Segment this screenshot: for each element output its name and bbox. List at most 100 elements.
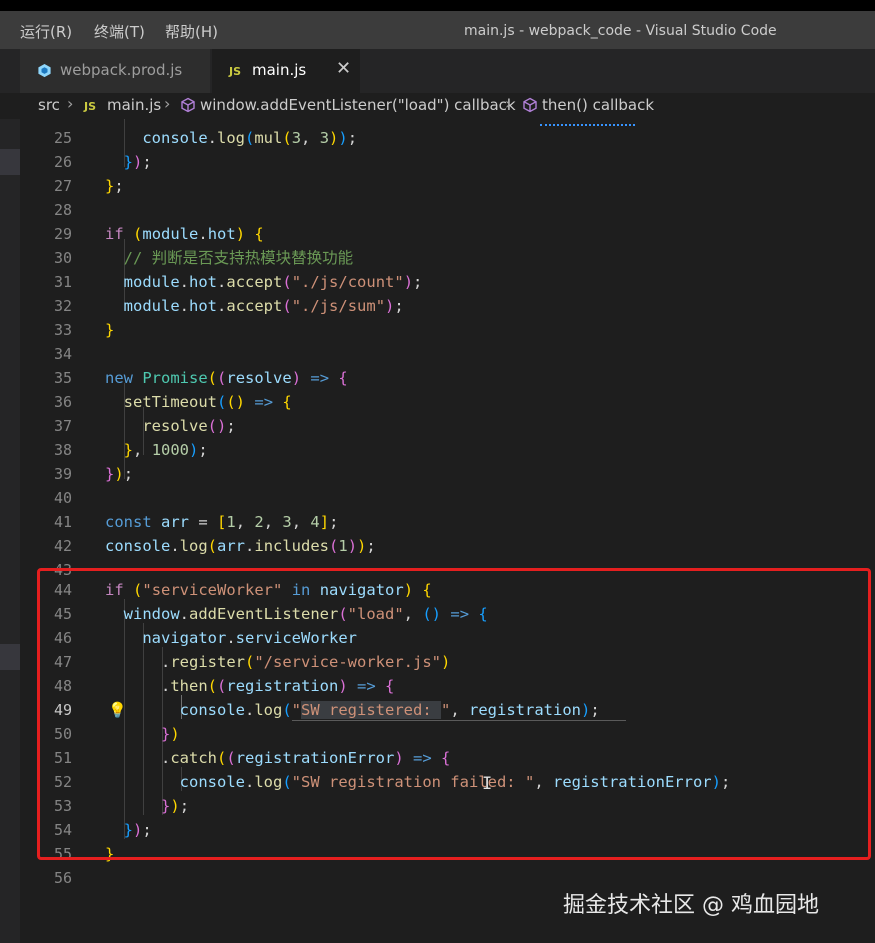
breadcrumb: src › JS main.js › window.addEventListen… (0, 93, 875, 119)
menu-terminal[interactable]: 终端(T) (94, 21, 145, 42)
tab-bar: webpack.prod.js JS main.js ✕ (0, 49, 875, 93)
code-line: 52 console.log("SW registration failed: … (20, 770, 875, 794)
breadcrumb-folder[interactable]: src (38, 96, 60, 114)
code-text: new Promise((resolve) => { (105, 369, 348, 387)
code-line: 50 }) (20, 722, 875, 746)
window-title: main.js - webpack_code - Visual Studio C… (464, 23, 777, 39)
line-number: 48 (53, 677, 72, 695)
tab-main-js[interactable]: JS main.js ✕ (212, 49, 360, 93)
current-line-underline (292, 720, 626, 721)
line-number: 34 (53, 345, 72, 363)
code-text: }); (123, 153, 152, 171)
code-line-active: 💡 49 console.log("SW registered: ", regi… (20, 698, 875, 722)
breadcrumb-file[interactable]: main.js (107, 96, 161, 114)
line-number: 38 (53, 441, 72, 459)
line-number: 56 (53, 869, 72, 887)
tab-label: main.js (252, 61, 307, 79)
line-number: 51 (53, 749, 72, 767)
activity-indicator (0, 149, 20, 175)
line-number: 29 (53, 225, 72, 243)
code-text: console.log("SW registered: ", registrat… (179, 701, 600, 719)
code-text: .register("/service-worker.js") (161, 653, 451, 671)
code-text: } (105, 845, 115, 863)
line-number: 28 (53, 201, 72, 219)
line-number: 42 (53, 537, 72, 555)
line-number: 49 (53, 701, 72, 719)
code-line: 26 }); (20, 150, 875, 174)
line-number: 45 (53, 605, 72, 623)
line-number: 25 (53, 129, 72, 147)
code-line: 47 .register("/service-worker.js") (20, 650, 875, 674)
line-number: 31 (53, 273, 72, 291)
line-number: 41 (53, 513, 72, 531)
code-line: 30 // 判断是否支持热模块替换功能 (20, 246, 875, 270)
code-text: window.addEventListener("load", () => { (123, 605, 488, 623)
line-number: 39 (53, 465, 72, 483)
code-line: 42 console.log(arr.includes(1)); (20, 534, 875, 558)
tab-label: webpack.prod.js (60, 61, 183, 79)
code-line: 37 resolve(); (20, 414, 875, 438)
code-line: 25 console.log(mul(3, 3)); (20, 126, 875, 150)
line-number: 53 (53, 797, 72, 815)
code-editor[interactable]: 25 console.log(mul(3, 3)); 26 }); 27 }; … (20, 119, 875, 943)
webpack-icon (38, 63, 51, 78)
code-line: 31 module.hot.accept("./js/count"); (20, 270, 875, 294)
line-number: 55 (53, 845, 72, 863)
code-text: setTimeout(() => { (123, 393, 292, 411)
line-number: 30 (53, 249, 72, 267)
code-comment: // 判断是否支持热模块替换功能 (105, 249, 354, 267)
code-line: 54 }); (20, 818, 875, 842)
code-text: module.hot.accept("./js/sum"); (123, 297, 404, 315)
code-text: console.log(mul(3, 3)); (142, 129, 358, 147)
code-line: 38 }, 1000); (20, 438, 875, 462)
code-line: 44 if ("serviceWorker" in navigator) { (20, 578, 875, 602)
line-number: 54 (53, 821, 72, 839)
method-cube-icon (181, 97, 195, 113)
menu-help[interactable]: 帮助(H) (165, 21, 218, 42)
code-line: 41 const arr = [1, 2, 3, 4]; (20, 510, 875, 534)
code-line: 29 if (module.hot) { (20, 222, 875, 246)
code-text: resolve(); (142, 417, 236, 435)
code-line: 53 }); (20, 794, 875, 818)
chevron-right-icon: › (164, 94, 171, 113)
line-number: 52 (53, 773, 72, 791)
code-text: console.log("SW registration failed: ", … (179, 773, 731, 791)
code-line: 35 new Promise((resolve) => { (20, 366, 875, 390)
code-text: }); (123, 821, 152, 839)
line-number: 44 (53, 581, 72, 599)
code-text: .catch((registrationError) => { (161, 749, 451, 767)
code-text: console.log(arr.includes(1)); (105, 537, 376, 555)
line-number: 27 (53, 177, 72, 195)
chevron-right-icon: › (67, 94, 74, 113)
code-line: 28 (20, 198, 875, 222)
code-text: .then((registration) => { (161, 677, 395, 695)
tab-webpack-prod[interactable]: webpack.prod.js (20, 49, 210, 93)
watermark: 掘金技术社区 @ 鸡血园地 (563, 893, 819, 918)
method-cube-icon (523, 97, 537, 113)
code-text: if (module.hot) { (105, 225, 264, 243)
line-number: 33 (53, 321, 72, 339)
line-number: 50 (53, 725, 72, 743)
menu-run[interactable]: 运行(R) (20, 21, 72, 42)
line-number: 26 (53, 153, 72, 171)
code-line: 55 } (20, 842, 875, 866)
code-text: }, 1000); (123, 441, 208, 459)
breadcrumb-callback[interactable]: window.addEventListener("load") callback (200, 96, 516, 114)
breadcrumb-then-callback[interactable]: then() callback (542, 96, 654, 114)
top-strip (0, 0, 875, 11)
code-line: 48 .then((registration) => { (20, 674, 875, 698)
line-number: 35 (53, 369, 72, 387)
line-number: 47 (53, 653, 72, 671)
line-number: 32 (53, 297, 72, 315)
code-text: module.hot.accept("./js/count"); (123, 273, 423, 291)
code-line: 46 navigator.serviceWorker (20, 626, 875, 650)
js-file-icon: JS (84, 100, 97, 113)
close-icon[interactable]: ✕ (336, 59, 351, 79)
text-cursor-icon: I (482, 774, 493, 794)
code-line: 39 }); (20, 462, 875, 486)
code-line: 33 } (20, 318, 875, 342)
code-line: 45 window.addEventListener("load", () =>… (20, 602, 875, 626)
activity-bar (0, 119, 20, 943)
line-number: 37 (53, 417, 72, 435)
line-number: 46 (53, 629, 72, 647)
